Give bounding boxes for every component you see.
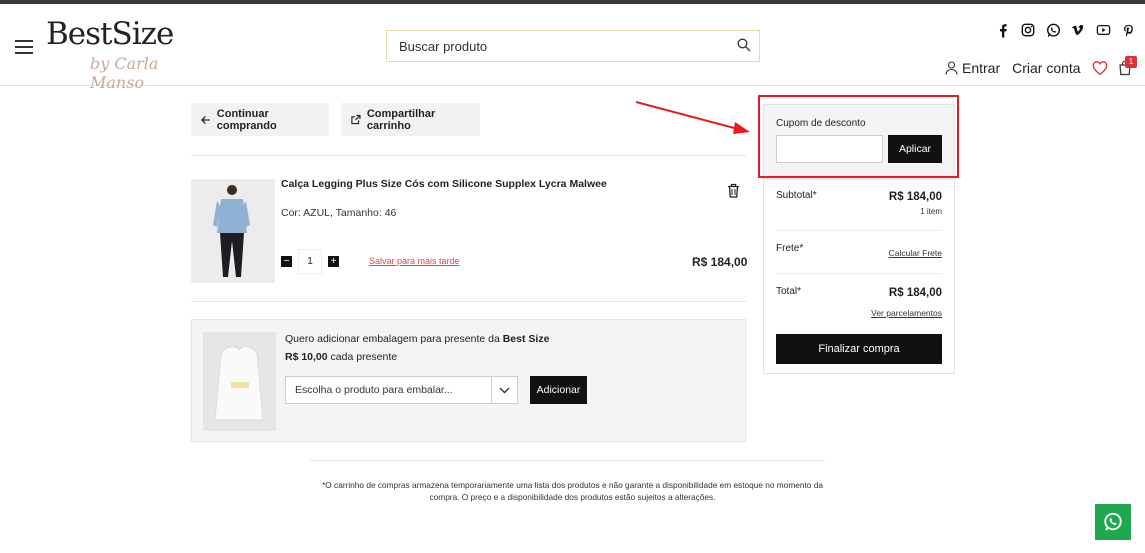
gift-product-select-value: Escolha o produto para embalar... — [295, 384, 453, 396]
gift-wrap-price-suffix: cada presente — [327, 351, 398, 363]
product-variant: Cor: AZUL, Tamanho: 46 — [281, 207, 397, 219]
product-image[interactable] — [191, 179, 275, 283]
gift-product-select[interactable]: Escolha o produto para embalar... — [285, 376, 518, 404]
create-account-link[interactable]: Criar conta — [1012, 60, 1080, 76]
gift-wrap-panel: Quero adicionar embalagem para presente … — [191, 319, 746, 442]
search-box — [386, 30, 760, 62]
logo-sub-text: by Carla Manso — [90, 54, 159, 92]
add-gift-wrap-button[interactable]: Adicionar — [530, 376, 587, 404]
cart-disclaimer: *O carrinho de compras armazena temporar… — [322, 480, 823, 502]
divider — [776, 230, 942, 231]
coupon-label: Cupom de desconto — [776, 118, 866, 129]
save-for-later-link[interactable]: Salvar para mais tarde — [369, 256, 460, 266]
gift-wrap-text-prefix: Quero adicionar embalagem para presente … — [285, 333, 503, 345]
share-cart-label: Compartilhar carrinho — [366, 107, 436, 132]
whatsapp-icon[interactable] — [1045, 22, 1061, 38]
increase-quantity-button[interactable]: + — [328, 256, 339, 267]
checkout-button[interactable]: Finalizar compra — [776, 334, 942, 364]
product-price: R$ 184,00 — [692, 255, 748, 269]
divider — [191, 301, 746, 302]
trash-icon[interactable] — [727, 183, 740, 198]
total-value: R$ 184,00 — [888, 287, 942, 299]
logo[interactable]: BestSize by Carla Manso — [46, 16, 216, 92]
search-icon[interactable] — [737, 38, 751, 52]
installments-link[interactable]: Ver parcelamentos — [871, 308, 942, 318]
gift-wrap-text: Quero adicionar embalagem para presente … — [285, 333, 549, 345]
coupon-input[interactable] — [776, 135, 883, 163]
share-cart-button[interactable]: Compartilhar carrinho — [341, 103, 480, 136]
cart-count-badge: 1 — [1125, 56, 1137, 68]
gift-wrap-brand: Best Size — [502, 333, 550, 345]
vimeo-icon[interactable] — [1070, 22, 1086, 38]
divider — [310, 460, 825, 461]
external-link-icon — [351, 114, 361, 125]
total-label: Total* — [776, 286, 802, 297]
whatsapp-icon — [1104, 512, 1122, 531]
shipping-label: Frete* — [776, 243, 804, 254]
subtotal-items: 1 item — [920, 207, 942, 216]
youtube-icon[interactable] — [1095, 22, 1111, 38]
annotation-arrow — [635, 101, 750, 134]
facebook-icon[interactable] — [995, 22, 1011, 38]
gift-wrap-price: R$ 10,00 — [285, 351, 328, 363]
arrow-left-icon — [201, 115, 210, 124]
continue-shopping-label: Continuar comprando — [216, 107, 277, 132]
continue-shopping-button[interactable]: Continuar comprando — [191, 103, 329, 136]
decrease-quantity-button[interactable]: − — [281, 256, 292, 267]
gift-bag-image — [203, 332, 276, 431]
search-input[interactable] — [387, 31, 727, 61]
summary-totals: Subtotal* R$ 184,00 1 item Frete* Calcul… — [764, 179, 954, 373]
apply-coupon-button[interactable]: Aplicar — [888, 135, 942, 163]
heart-icon[interactable] — [1092, 60, 1108, 76]
menu-icon[interactable] — [15, 40, 33, 54]
site-header: BestSize by Carla Manso Entrar Criar con… — [0, 4, 1145, 92]
calculate-shipping-link[interactable]: Calcular Frete — [889, 248, 942, 258]
whatsapp-chat-button[interactable] — [1095, 504, 1131, 540]
account-links: Entrar Criar conta — [945, 60, 1081, 76]
product-name[interactable]: Calça Legging Plus Size Cós com Silicone… — [281, 178, 607, 190]
chevron-down-icon — [491, 377, 517, 403]
order-summary: Cupom de desconto Aplicar Subtotal* R$ 1… — [763, 104, 955, 374]
login-link[interactable]: Entrar — [962, 60, 1000, 76]
divider — [776, 273, 942, 274]
pinterest-icon[interactable] — [1120, 22, 1136, 38]
user-icon — [945, 61, 958, 75]
logo-main-text: BestSize — [46, 16, 174, 52]
divider — [191, 155, 746, 156]
subtotal-value: R$ 184,00 — [888, 191, 942, 203]
social-links — [995, 22, 1136, 38]
instagram-icon[interactable] — [1020, 22, 1036, 38]
subtotal-label: Subtotal* — [776, 190, 817, 201]
gift-wrap-price-line: R$ 10,00 cada presente — [285, 351, 397, 363]
quantity-value[interactable]: 1 — [298, 249, 322, 274]
